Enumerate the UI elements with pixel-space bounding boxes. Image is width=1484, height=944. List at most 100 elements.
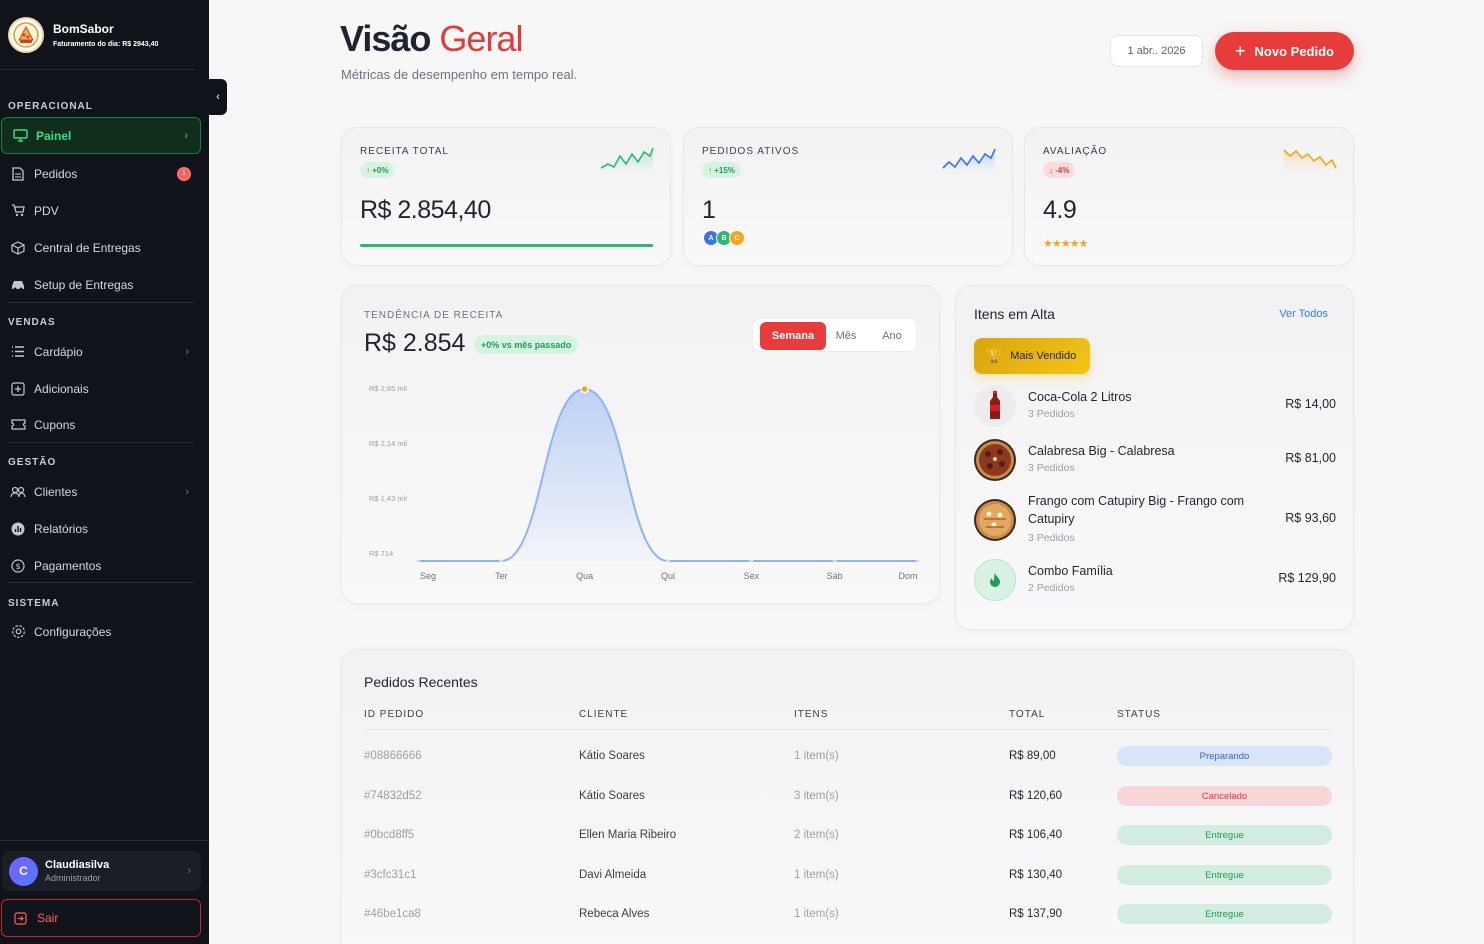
ticket-icon bbox=[10, 417, 26, 433]
sidebar-item-label: PDV bbox=[34, 203, 59, 218]
order-client: Rebeca Alves bbox=[579, 908, 650, 920]
avatar: C bbox=[729, 230, 745, 246]
item-orders: 2 Pedidos bbox=[1028, 582, 1075, 594]
sidebar-item-clientes[interactable]: Clientes › bbox=[0, 473, 201, 510]
chevron-right-icon: › bbox=[185, 345, 189, 358]
sidebar-item-label: Pagamentos bbox=[34, 558, 102, 573]
box-icon bbox=[10, 240, 26, 256]
sidebar-item-pdv[interactable]: PDV bbox=[0, 192, 201, 229]
brand[interactable]: BomSabor Faturamento do dia: R$ 2943,40 bbox=[0, 0, 195, 70]
trending-title: Itens em Alta bbox=[974, 306, 1055, 322]
sidebar-item-relatorios[interactable]: Relatórios bbox=[0, 510, 201, 547]
order-client: Davi Almeida bbox=[579, 869, 647, 881]
data-point[interactable] bbox=[749, 559, 754, 563]
trending-item[interactable]: Combo Família 2 Pedidos R$ 129,90 bbox=[974, 559, 1336, 609]
order-total: R$ 89,00 bbox=[1009, 750, 1056, 762]
sidebar-item-setup-entregas[interactable]: Setup de Entregas bbox=[0, 266, 201, 303]
order-id: #3cfc31c1 bbox=[364, 869, 417, 881]
order-client: Kátio Soares bbox=[579, 790, 645, 802]
series-line bbox=[417, 387, 918, 563]
divider bbox=[8, 442, 194, 443]
item-name: Combo Família bbox=[1028, 564, 1113, 578]
column-header[interactable]: ID PEDIDO bbox=[364, 709, 424, 720]
notification-badge: 1 bbox=[177, 166, 191, 181]
stat-value: 4.9 bbox=[1043, 196, 1077, 224]
column-header[interactable]: CLIENTE bbox=[579, 709, 628, 720]
sidebar-item-central-entregas[interactable]: Central de Entregas bbox=[0, 229, 201, 266]
chevron-left-icon: ‹ bbox=[216, 91, 220, 103]
change-badge: ↓ -4% bbox=[1043, 162, 1076, 178]
item-orders: 3 Pedidos bbox=[1028, 408, 1075, 420]
column-header[interactable]: ITENS bbox=[794, 709, 828, 720]
column-header[interactable]: STATUS bbox=[1117, 709, 1161, 720]
status-badge: Cancelado bbox=[1117, 786, 1332, 806]
change-badge: ↑ +0% bbox=[360, 162, 395, 178]
x-tick-label: Sáb bbox=[827, 571, 843, 581]
x-tick-label: Seg bbox=[420, 571, 436, 581]
order-id: #46be1ca8 bbox=[364, 908, 421, 920]
data-point[interactable] bbox=[416, 559, 420, 563]
trending-item[interactable]: Calabresa Big - Calabresa 3 Pedidos R$ 8… bbox=[974, 439, 1336, 489]
stat-label: RECEITA TOTAL bbox=[360, 146, 449, 157]
users-icon bbox=[10, 484, 26, 500]
best-seller-badge[interactable]: 🏆 Mais Vendido bbox=[974, 338, 1090, 374]
divider bbox=[8, 302, 194, 303]
collapse-sidebar-button[interactable]: ‹ bbox=[209, 79, 227, 115]
recent-orders-card: Pedidos Recentes ID PEDIDO CLIENTE ITENS… bbox=[341, 649, 1354, 944]
order-items: 1 item(s) bbox=[794, 869, 839, 881]
sidebar-item-adicionais[interactable]: Adicionais bbox=[0, 370, 201, 407]
gear-icon bbox=[10, 624, 26, 640]
new-order-button[interactable]: + Novo Pedido bbox=[1215, 32, 1354, 70]
order-items: 3 item(s) bbox=[794, 790, 839, 802]
sidebar-item-label: Adicionais bbox=[34, 381, 89, 396]
stat-value: R$ 2.854,40 bbox=[360, 196, 491, 224]
stat-card-active-orders: PEDIDOS ATIVOS ↑ +15% 1 A B C bbox=[683, 127, 1013, 266]
document-icon bbox=[10, 166, 26, 182]
sparkline bbox=[942, 148, 996, 172]
page-title-accent: Geral bbox=[439, 18, 523, 59]
data-point[interactable] bbox=[832, 559, 837, 563]
sidebar-item-label: Painel bbox=[36, 128, 72, 143]
item-price: R$ 129,90 bbox=[1278, 571, 1336, 585]
y-tick-label: R$ 714 bbox=[369, 549, 393, 558]
column-header[interactable]: TOTAL bbox=[1009, 709, 1045, 720]
see-all-link[interactable]: Ver Todos bbox=[1279, 308, 1328, 320]
sidebar-item-cardapio[interactable]: Cardápio › bbox=[0, 333, 201, 370]
data-point[interactable] bbox=[916, 559, 920, 563]
item-price: R$ 14,00 bbox=[1285, 397, 1336, 411]
item-orders: 3 Pedidos bbox=[1028, 462, 1075, 474]
x-tick-label: Qua bbox=[576, 571, 593, 581]
user-card[interactable]: C Claudiasilva Administrador › bbox=[2, 851, 201, 891]
sidebar-item-pagamentos[interactable]: $ Pagamentos bbox=[0, 547, 201, 584]
item-name: Frango com Catupiry Big - Frango com Cat… bbox=[1028, 494, 1245, 526]
data-point[interactable] bbox=[580, 384, 589, 394]
rating-stars: ★★★★★ bbox=[1043, 238, 1088, 250]
chevron-right-icon: › bbox=[184, 129, 188, 142]
chevron-right-icon: › bbox=[187, 865, 191, 877]
page-title-main: Visão bbox=[340, 18, 431, 59]
section-gestao: GESTÃO bbox=[8, 457, 57, 468]
sidebar-item-configuracoes[interactable]: Configurações bbox=[0, 613, 201, 650]
dollar-icon: $ bbox=[10, 558, 26, 574]
trending-item[interactable]: Frango com Catupiry Big - Frango com Cat… bbox=[974, 494, 1336, 559]
sidebar-item-label: Cardápio bbox=[34, 344, 83, 359]
monitor-icon bbox=[12, 128, 28, 144]
status-badge: Entregue bbox=[1117, 904, 1332, 924]
data-point[interactable] bbox=[666, 559, 670, 563]
soda-bottle-icon bbox=[974, 385, 1016, 427]
logout-button[interactable]: Sair bbox=[1, 899, 201, 937]
add-square-icon bbox=[10, 381, 26, 397]
trending-item[interactable]: Coca-Cola 2 Litros 3 Pedidos R$ 14,00 bbox=[974, 385, 1336, 435]
sidebar-item-pedidos[interactable]: Pedidos 1 bbox=[0, 155, 201, 192]
car-icon bbox=[10, 277, 26, 293]
date-picker-button[interactable]: 1 abr.. 2026 bbox=[1110, 35, 1203, 67]
sidebar-item-cupons[interactable]: Cupons bbox=[0, 406, 201, 443]
sidebar-item-painel[interactable]: Painel › bbox=[1, 117, 201, 154]
order-client: Ellen Maria Ribeiro bbox=[579, 829, 677, 841]
sidebar-item-label: Pedidos bbox=[34, 166, 78, 181]
trophy-icon: 🏆 bbox=[986, 348, 1003, 363]
page-title: Visão Geral bbox=[340, 18, 523, 60]
pizza-icon bbox=[974, 499, 1016, 541]
data-point[interactable] bbox=[499, 559, 504, 563]
sparkline bbox=[600, 147, 654, 172]
